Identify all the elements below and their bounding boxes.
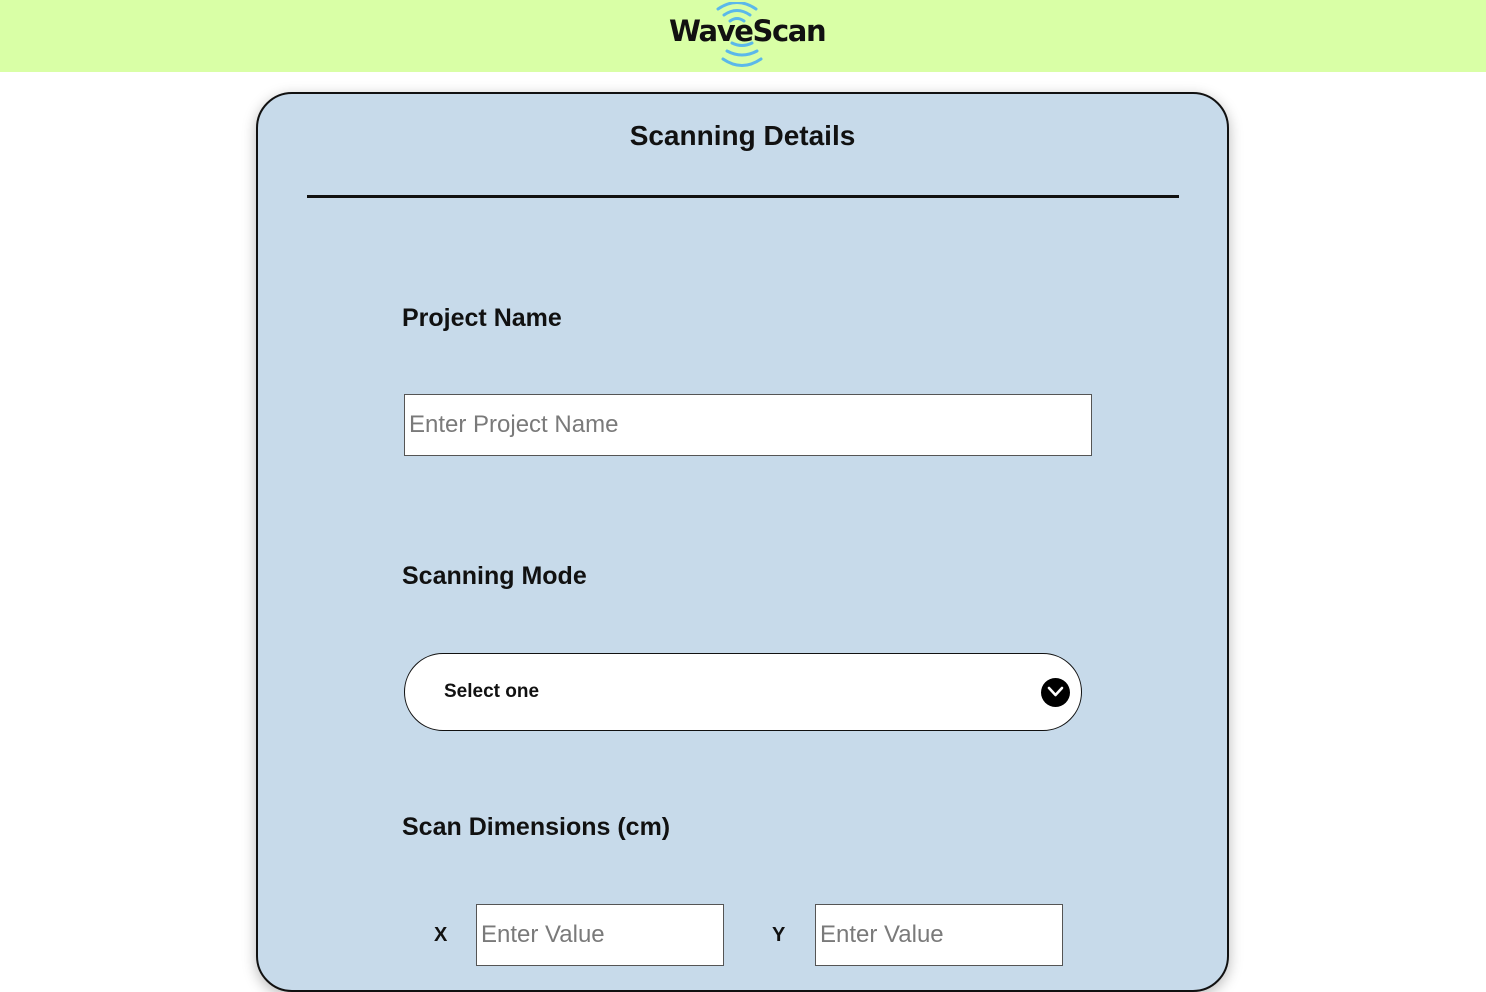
project-name-label: Project Name	[402, 304, 562, 332]
dimension-y-label: Y	[772, 924, 786, 946]
scanning-mode-select[interactable]: Select one	[404, 653, 1082, 731]
project-name-input[interactable]	[404, 394, 1092, 456]
title-divider	[307, 195, 1179, 198]
scan-dimensions-label: Scan Dimensions (cm)	[402, 813, 671, 841]
scanning-mode-label: Scanning Mode	[402, 562, 587, 590]
dimension-x-label: X	[434, 924, 448, 946]
signal-waves-reflection-icon	[721, 41, 763, 67]
chevron-down-icon[interactable]	[1041, 678, 1070, 707]
scanning-details-card: Scanning Details Project Name Scanning M…	[256, 92, 1229, 992]
scanning-mode-selected-value: Select one	[444, 681, 540, 702]
card-title: Scanning Details	[629, 120, 856, 151]
dimension-x-input[interactable]	[476, 904, 724, 966]
dimension-y-input[interactable]	[815, 904, 1063, 966]
wavescan-logo[interactable]: WaveScan	[669, 2, 827, 68]
top-header-bar: WaveScan	[0, 0, 1486, 72]
